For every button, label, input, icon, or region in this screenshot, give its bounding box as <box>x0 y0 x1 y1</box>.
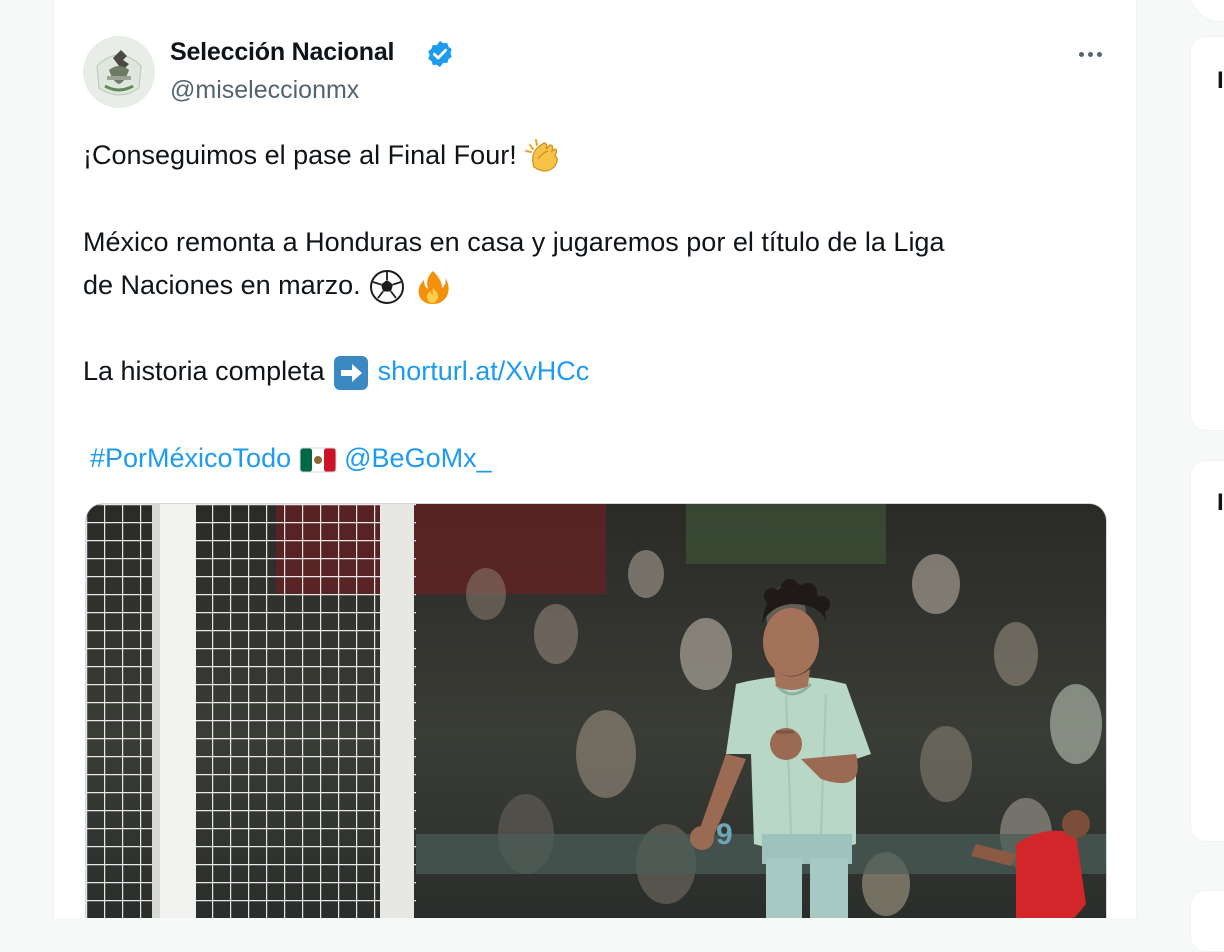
panel-heading-fragment: I <box>1217 67 1224 94</box>
tweet-line-2b: de Naciones en marzo. <box>83 264 944 307</box>
verified-badge-icon[interactable] <box>425 39 455 69</box>
right-arrow-button-icon <box>334 355 369 390</box>
author-name[interactable]: Selección Nacional <box>170 38 394 67</box>
panel-heading-fragment-2: I <box>1217 489 1224 516</box>
more-dots-icon <box>1078 51 1084 57</box>
more-dot <box>1096 51 1102 57</box>
mexico-crest-icon <box>83 36 155 108</box>
tweet-text-body-b: de Naciones en marzo. <box>83 270 361 300</box>
hashtag-link[interactable]: #PorMéxicoTodo <box>90 443 291 473</box>
tweet-text-headline: ¡Conseguimos el pase al Final Four! <box>83 140 517 170</box>
tweet-text-body-a: México remonta a Honduras en casa y juga… <box>83 227 945 257</box>
author-handle[interactable]: @miseleccionmx <box>170 76 359 105</box>
tweet-line-4: La historia completa shorturl.at/XvHCc <box>83 350 589 393</box>
mention-link[interactable]: @BeGoMx_ <box>344 443 491 473</box>
sidebar-panel-3 <box>1190 890 1224 952</box>
avatar[interactable] <box>83 36 155 108</box>
story-label: La historia completa <box>83 356 325 386</box>
mexico-flag-icon <box>299 447 337 473</box>
sidebar-panel-2: I <box>1190 460 1224 842</box>
tweet-card[interactable]: Selección Nacional @miseleccionmx ¡Conse… <box>53 0 1137 918</box>
tweet-line-5: #PorMéxicoTodo @BeGoMx_ <box>90 437 492 480</box>
sidebar-panel: I <box>1190 36 1224 431</box>
tweet-line-2: México remonta a Honduras en casa y juga… <box>83 221 944 307</box>
clapping-hands-icon <box>525 138 559 172</box>
story-link[interactable]: shorturl.at/XvHCc <box>378 356 590 386</box>
right-sidebar: I I <box>1190 0 1224 952</box>
more-options-button[interactable] <box>1070 40 1110 68</box>
more-dot <box>1087 51 1093 57</box>
fire-icon <box>418 270 449 304</box>
soccer-ball-icon <box>370 269 405 304</box>
tweet-media-photo[interactable]: 9 <box>85 503 1107 918</box>
photo-icon: 9 <box>86 504 1106 918</box>
tweet-line-1: ¡Conseguimos el pase al Final Four! <box>83 134 564 177</box>
search-box[interactable] <box>1190 0 1224 22</box>
